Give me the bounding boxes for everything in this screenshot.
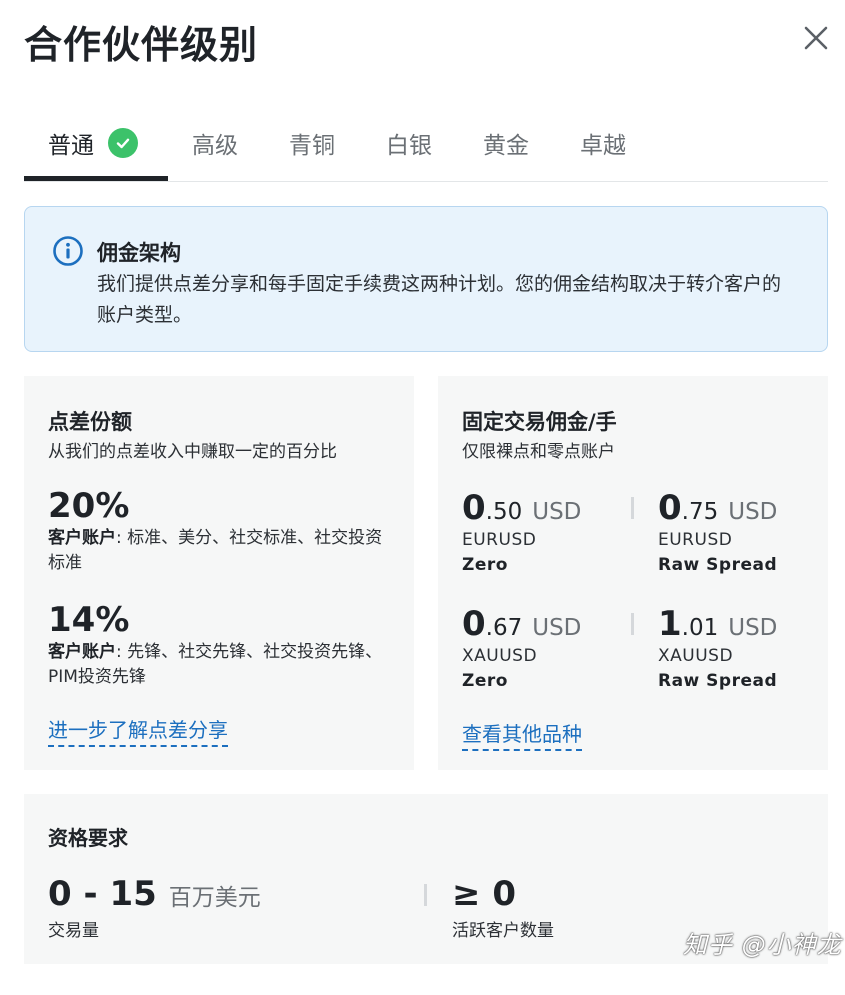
spread-share-card: 点差份额 从我们的点差收入中赚取一定的百分比 20% 客户账户: 标准、美分、社…	[24, 376, 414, 770]
divider	[631, 497, 634, 519]
commission-info-box: 佣金架构 我们提供点差分享和每手固定手续费这两种计划。您的佣金结构取决于转介客户…	[24, 206, 828, 352]
info-icon	[53, 236, 83, 266]
spread-subtitle: 从我们的点差收入中赚取一定的百分比	[48, 442, 337, 462]
page-title: 合作伙伴级别	[24, 23, 259, 67]
fixed-title: 固定交易佣金/手	[462, 410, 617, 434]
tab-label: 普通	[48, 133, 94, 159]
commission-account-type: Raw Spread	[658, 671, 778, 691]
tab-silver[interactable]: 白银	[386, 104, 432, 182]
info-text: 我们提供点差分享和每手固定手续费这两种计划。您的佣金结构取决于转介客户的账户类型…	[97, 273, 782, 326]
spread-title: 点差份额	[48, 410, 132, 434]
commission-symbol: EURUSD	[658, 530, 733, 550]
tier-accounts: 客户账户: 先锋、社交先锋、社交投资先锋、PIM投资先锋	[48, 642, 383, 687]
learn-spread-share-link[interactable]: 进一步了解点差分享	[48, 714, 228, 747]
tier-percent: 20%	[48, 486, 130, 526]
commission-item: 1.01 USD XAUUSD Raw Spread	[658, 604, 778, 691]
fixed-subtitle: 仅限裸点和零点账户	[462, 442, 615, 462]
active-clients-value: ≥ 0	[452, 874, 516, 914]
tab-gold[interactable]: 黄金	[483, 104, 529, 182]
commission-symbol: XAUUSD	[462, 646, 538, 666]
tab-bronze[interactable]: 青铜	[289, 104, 335, 182]
fixed-commission-card: 固定交易佣金/手 仅限裸点和零点账户 0.50 USD EURUSD Zero 0…	[438, 376, 828, 770]
close-icon	[804, 26, 828, 50]
active-tab-indicator	[24, 176, 168, 181]
requirements-title: 资格要求	[48, 826, 128, 850]
tier-accounts: 客户账户: 标准、美分、社交标准、社交投资标准	[48, 528, 383, 573]
watermark: 知乎 @小神龙	[683, 931, 842, 959]
commission-account-type: Raw Spread	[658, 555, 778, 575]
trading-volume-value: 0 - 15 百万美元	[48, 874, 261, 914]
check-icon	[108, 128, 138, 158]
divider	[424, 884, 427, 906]
divider	[631, 613, 634, 635]
commission-item: 0.67 USD XAUUSD Zero	[462, 604, 582, 691]
active-clients-label: 活跃客户数量	[452, 921, 554, 941]
level-tabs: 普通 高级 青铜 白银 黄金 卓越	[24, 104, 828, 182]
commission-item: 0.50 USD EURUSD Zero	[462, 488, 582, 575]
commission-account-type: Zero	[462, 555, 508, 575]
view-other-instruments-link[interactable]: 查看其他品种	[462, 718, 582, 751]
trading-volume-label: 交易量	[48, 921, 99, 941]
commission-account-type: Zero	[462, 671, 508, 691]
tab-standard[interactable]: 普通	[48, 104, 138, 182]
commission-symbol: XAUUSD	[658, 646, 734, 666]
commission-symbol: EURUSD	[462, 530, 537, 550]
tab-advanced[interactable]: 高级	[192, 104, 238, 182]
info-title: 佣金架构	[97, 241, 181, 265]
tier-percent: 14%	[48, 600, 130, 640]
close-button[interactable]	[800, 22, 832, 54]
commission-item: 0.75 USD EURUSD Raw Spread	[658, 488, 778, 575]
tab-excellence[interactable]: 卓越	[580, 104, 626, 182]
